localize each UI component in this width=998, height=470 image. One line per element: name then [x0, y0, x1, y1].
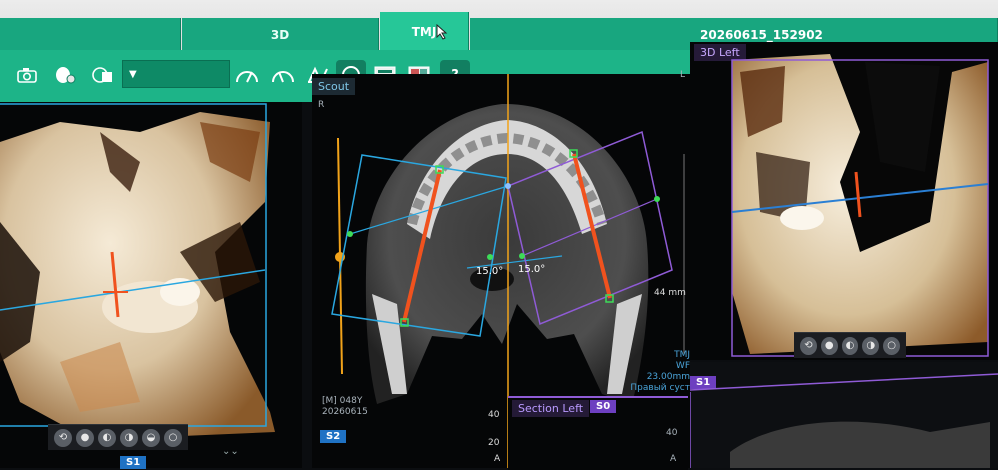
angle-label-left: 15.0° — [476, 266, 504, 277]
scout-view-tag: S2 — [320, 430, 347, 443]
skull-front-icon[interactable]: ● — [76, 428, 94, 447]
rotate-icon[interactable]: ⟲ — [54, 428, 72, 447]
session-datetime: 20260615_152902 — [700, 28, 823, 42]
camera-button[interactable] — [12, 60, 42, 90]
reset-view-icon[interactable]: ○ — [883, 336, 900, 355]
section-right-canvas — [690, 373, 998, 468]
bone-render-left — [0, 103, 275, 440]
camera-icon — [17, 68, 37, 83]
distance-label: 44 mm — [654, 288, 686, 298]
patient-info: [M] 048Y 20260615 — [322, 396, 368, 418]
section-tick-40: 40 — [666, 428, 678, 438]
mask-button[interactable] — [50, 60, 80, 90]
layers-icon — [92, 67, 112, 83]
section-tick-a: A — [670, 454, 677, 464]
tick-20: 20 — [488, 438, 500, 448]
skull-side-icon[interactable]: ◐ — [841, 336, 859, 355]
study-date: 20260615 — [322, 407, 368, 417]
section-left-label: Section Left — [512, 400, 590, 417]
gauge-icon — [236, 71, 258, 83]
slice-info: TMJ WF 23.00mm Правый суст — [630, 350, 690, 394]
tick-40: 40 — [488, 410, 500, 420]
left-view-tag: S1 — [120, 456, 147, 469]
view-3d-left[interactable]: ⟲ ● ◐ ◑ ◒ ○ S1 ⌄⌄ — [0, 102, 302, 469]
view-section-right[interactable]: S1 — [690, 362, 998, 468]
reset-view-icon[interactable]: ○ — [164, 428, 182, 447]
tick-a: A — [494, 454, 501, 464]
angle-label-right: 15.0° — [518, 264, 546, 275]
chevron-down-icon[interactable]: ⌄⌄ — [222, 446, 239, 457]
tab-tmj[interactable]: TMJ — [380, 12, 469, 52]
tab-3d[interactable]: 3D — [182, 18, 379, 52]
skull-top-icon[interactable]: ◑ — [120, 428, 138, 447]
gauge-button-2[interactable] — [268, 60, 298, 90]
chevron-down-icon: ▼ — [129, 68, 137, 80]
tab-blank-1[interactable] — [0, 18, 181, 52]
skull-top-icon[interactable]: ◑ — [862, 336, 880, 355]
gauge-button-1[interactable] — [232, 60, 262, 90]
skull-side-icon[interactable]: ◐ — [98, 428, 116, 447]
slice-info-width: WF 23.00mm — [646, 361, 690, 382]
section-left-tag: S0 — [590, 400, 617, 413]
view-3d-right[interactable]: 3D Left ⟲ ● ◐ ◑ ○ — [690, 42, 998, 360]
skull-back-icon[interactable]: ◒ — [142, 428, 160, 447]
gauge-icon — [272, 71, 294, 83]
bone-render-right — [731, 54, 989, 357]
mouse-cursor-icon — [436, 24, 448, 40]
patient-id: [M] 048Y — [322, 396, 363, 406]
view-section-left[interactable]: Section Left S0 40 A — [508, 396, 688, 470]
layers-button[interactable] — [88, 60, 118, 90]
skull-front-icon[interactable]: ● — [820, 336, 838, 355]
mask-icon — [56, 67, 76, 84]
rotate-icon[interactable]: ⟲ — [800, 336, 817, 355]
view-dropdown[interactable]: ▼ — [122, 60, 230, 88]
left-view-toolbar: ⟲ ● ◐ ◑ ◒ ○ — [48, 424, 188, 450]
right-view-toolbar: ⟲ ● ◐ ◑ ○ — [794, 332, 906, 358]
slice-info-side: Правый суст — [630, 383, 690, 393]
slice-info-mode: TMJ — [674, 350, 690, 360]
